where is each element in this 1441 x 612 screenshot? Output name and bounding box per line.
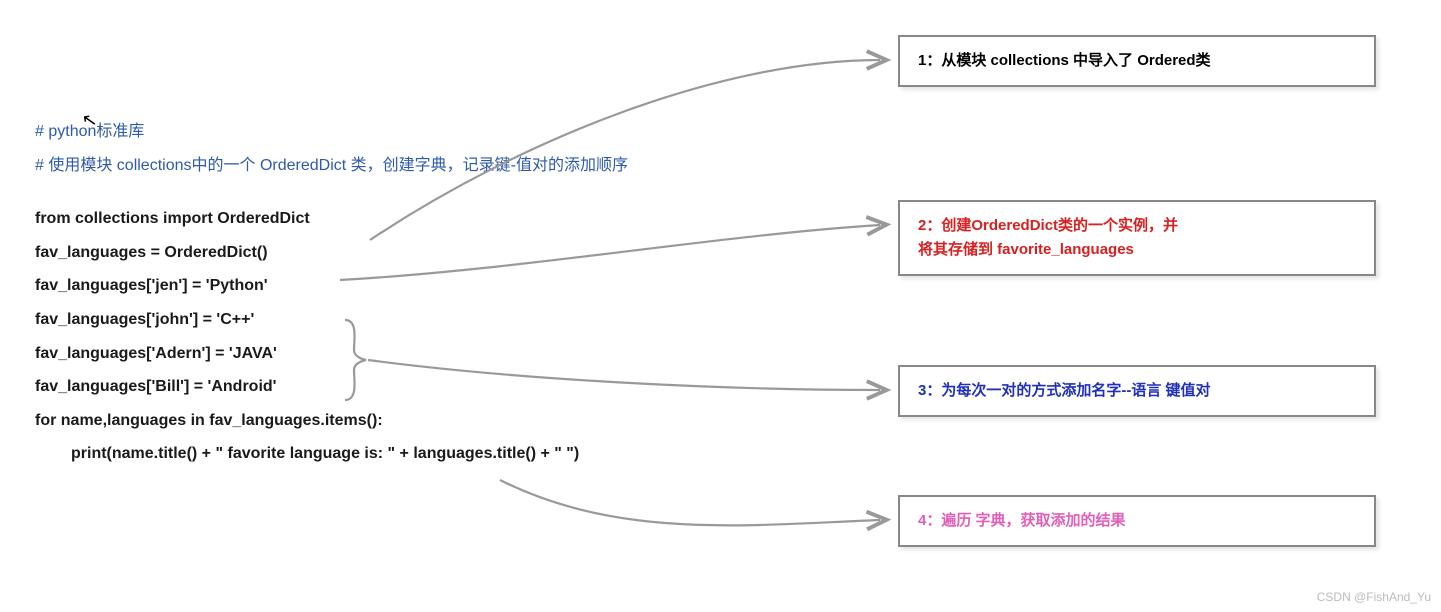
code-block: # python标准库 # 使用模块 collections中的一个 Order… [35, 115, 628, 471]
annotation-text-4: 4：遍历 字典，获取添加的结果 [918, 512, 1126, 529]
annotation-box-4: 4：遍历 字典，获取添加的结果 [898, 495, 1376, 547]
annotation-box-2: 2：创建OrderedDict类的一个实例，并 将其存储到 favorite_l… [898, 200, 1376, 276]
watermark-text: CSDN @FishAnd_Yu [1317, 590, 1431, 604]
annotation-text-3: 3：为每次一对的方式添加名字--语言 键值对 [918, 382, 1211, 399]
code-line-init: fav_languages = OrderedDict() [35, 236, 628, 270]
annotation-text-2-line1: 2：创建OrderedDict类的一个实例，并 [918, 214, 1356, 238]
comment-line-2: # 使用模块 collections中的一个 OrderedDict 类，创建字… [35, 149, 628, 183]
annotation-text-2-line2: 将其存储到 favorite_languages [918, 238, 1356, 262]
annotation-box-1: 1：从模块 collections 中导入了 Ordered类 [898, 35, 1376, 87]
comment-line-1: # python标准库 [35, 115, 628, 149]
annotation-box-3: 3：为每次一对的方式添加名字--语言 键值对 [898, 365, 1376, 417]
code-line-assign-john: fav_languages['john'] = 'C++' [35, 303, 628, 337]
code-line-assign-jen: fav_languages['jen'] = 'Python' [35, 269, 628, 303]
annotation-text-1: 1：从模块 collections 中导入了 Ordered类 [918, 52, 1211, 69]
code-line-assign-adern: fav_languages['Adern'] = 'JAVA' [35, 337, 628, 371]
code-line-print: print(name.title() + " favorite language… [35, 437, 628, 471]
code-line-for: for name,languages in fav_languages.item… [35, 404, 628, 438]
code-line-import: from collections import OrderedDict [35, 202, 628, 236]
code-line-assign-bill: fav_languages['Bill'] = 'Android' [35, 370, 628, 404]
arrow-4 [500, 480, 880, 525]
